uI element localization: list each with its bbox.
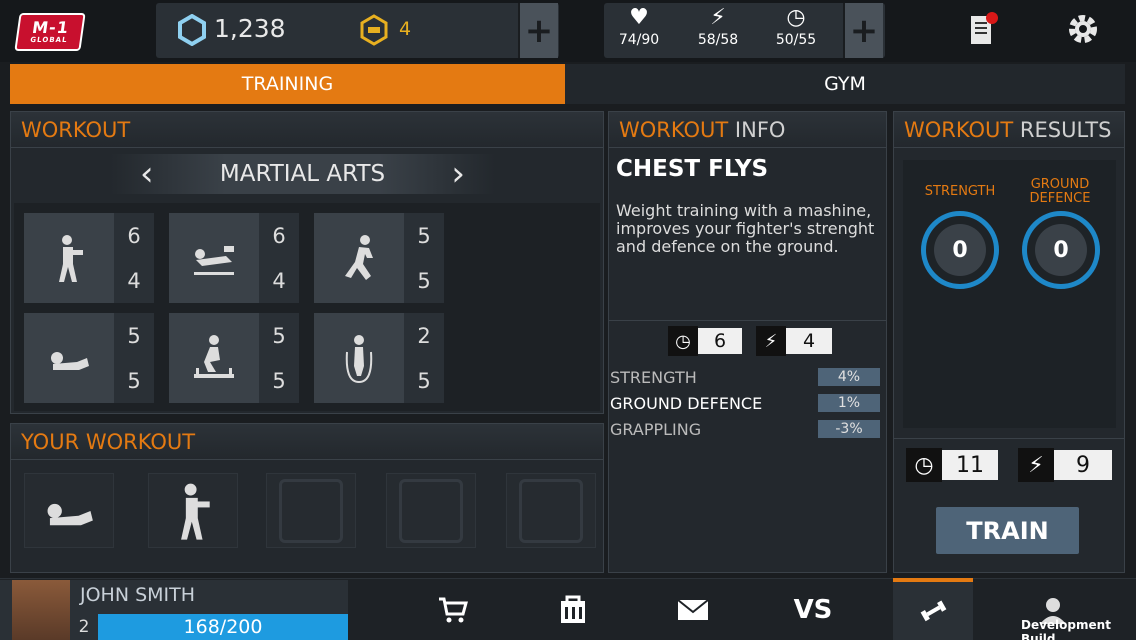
info-time-chip: ◷ 6 xyxy=(668,326,742,356)
cart-icon[interactable] xyxy=(428,592,478,628)
exercise-description: Weight training with a mashine, improves… xyxy=(616,201,875,256)
jump-rope-icon xyxy=(345,335,373,384)
chest-fly-icon xyxy=(194,246,234,275)
workout-title: WORKOUT xyxy=(11,112,603,148)
versus-icon[interactable]: VS xyxy=(788,592,838,628)
gear-icon[interactable] xyxy=(1066,12,1100,46)
tab-training[interactable]: TRAINING xyxy=(10,64,565,104)
lock-icon xyxy=(279,478,343,543)
strength-result-ring: 0 xyxy=(921,211,999,289)
stat-row-ground-defence: GROUND DEFENCE 1% xyxy=(610,392,880,414)
exercise-stats: 64 xyxy=(114,213,154,303)
buy-stats-button[interactable]: + xyxy=(843,3,883,58)
lightning-icon: ⚡ xyxy=(710,5,726,30)
stat-row-strength: STRENGTH 4% xyxy=(610,366,880,388)
exercise-tile-boxer[interactable] xyxy=(24,213,114,303)
game-logo[interactable]: M-1 GLOBAL xyxy=(14,13,86,51)
strength-result-label: STRENGTH xyxy=(924,184,996,199)
category-label: MARTIAL ARTS xyxy=(219,161,386,187)
clock-icon: ◷ xyxy=(906,448,942,482)
train-button[interactable]: TRAIN xyxy=(936,507,1079,554)
clock-icon: ◷ xyxy=(786,5,806,30)
exercise-tile-runner[interactable] xyxy=(314,213,404,303)
boxer-icon xyxy=(59,235,83,282)
exercise-tile-jump-rope[interactable] xyxy=(314,313,404,403)
exercise-tile-squat[interactable] xyxy=(169,313,259,403)
energy-stat: ⚡ 58/58 xyxy=(688,4,748,48)
situp-icon xyxy=(51,352,89,370)
workout-slot[interactable] xyxy=(148,473,238,548)
mail-icon[interactable] xyxy=(668,592,718,628)
exercise-name: CHEST FLYS xyxy=(616,156,769,182)
runner-icon xyxy=(345,235,373,280)
health-stat: ♥ 74/90 xyxy=(609,4,669,48)
exercise-stats: 55 xyxy=(404,213,444,303)
your-workout-title: YOUR WORKOUT xyxy=(11,424,603,460)
locked-slot xyxy=(386,473,476,548)
exercise-stats: 64 xyxy=(259,213,299,303)
category-selector: ‹ MARTIAL ARTS › xyxy=(110,154,495,194)
exercise-stats: 25 xyxy=(404,313,444,403)
exercise-stats: 55 xyxy=(114,313,154,403)
coin-count: 1,238 xyxy=(214,14,286,43)
situp-icon xyxy=(47,503,93,525)
avatar xyxy=(12,580,70,640)
results-energy-chip: ⚡ 9 xyxy=(1018,448,1112,482)
workout-slot[interactable] xyxy=(24,473,114,548)
heart-plus-icon: ♥ xyxy=(629,5,649,30)
info-energy-chip: ⚡ 4 xyxy=(756,326,832,356)
ground-result-ring: 0 xyxy=(1022,211,1100,289)
exercise-tile-situp[interactable] xyxy=(24,313,114,403)
gold-icon xyxy=(358,14,390,46)
clock-icon: ◷ xyxy=(668,326,698,356)
exercise-stats: 55 xyxy=(259,313,299,403)
workout-results-title: WORKOUT RESULTS xyxy=(894,112,1124,148)
lock-icon xyxy=(519,478,583,543)
results-time-chip: ◷ 11 xyxy=(906,448,998,482)
notes-icon[interactable] xyxy=(965,10,999,48)
dumbbell-icon[interactable] xyxy=(908,592,958,628)
locked-slot xyxy=(266,473,356,548)
time-stat: ◷ 50/55 xyxy=(766,4,826,48)
player-name: JOHN SMITH xyxy=(80,584,196,606)
divider xyxy=(608,320,887,321)
gold-count: 4 xyxy=(399,18,412,40)
ground-result-label: GROUND DEFENCE xyxy=(1029,177,1091,206)
player-level: 2 xyxy=(70,614,98,640)
next-category-button[interactable]: › xyxy=(451,154,465,194)
lock-icon xyxy=(399,478,463,543)
squat-icon xyxy=(194,335,234,378)
prev-category-button[interactable]: ‹ xyxy=(140,154,154,194)
coin-icon xyxy=(176,13,208,47)
tab-gym[interactable]: GYM xyxy=(565,64,1125,104)
exercise-tile-chest-fly[interactable] xyxy=(169,213,259,303)
dev-build-label: Development Build xyxy=(1021,618,1111,640)
boxer-icon xyxy=(181,483,210,540)
store-icon[interactable] xyxy=(548,592,598,628)
divider xyxy=(893,438,1125,439)
locked-slot xyxy=(506,473,596,548)
stat-row-grappling: GRAPPLING -3% xyxy=(610,418,880,440)
workout-info-title: WORKOUT INFO xyxy=(609,112,886,148)
xp-bar: 168/200 xyxy=(98,614,348,640)
lightning-icon: ⚡ xyxy=(1018,448,1054,482)
buy-currency-button[interactable]: + xyxy=(518,3,558,58)
lightning-icon: ⚡ xyxy=(756,326,786,356)
